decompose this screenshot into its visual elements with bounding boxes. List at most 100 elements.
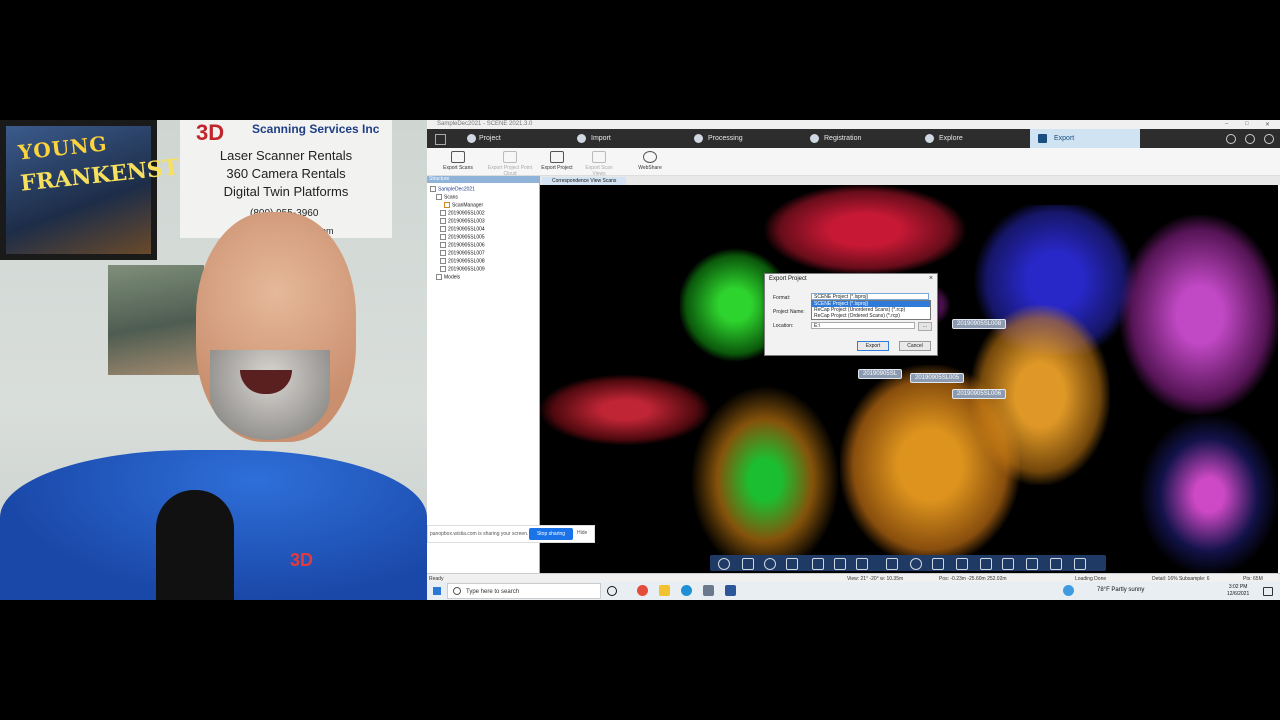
split-icon[interactable] [856,558,868,570]
arrow-icon[interactable] [812,558,824,570]
tree-scan-label: 20190905SL006 [448,242,485,249]
tree-scan-item[interactable]: 20190905SL007 [440,250,485,256]
scan-position-label[interactable]: 20190905SL006 [952,389,1007,399]
location-input[interactable]: E:\ [811,322,915,329]
hide-button[interactable]: Hide [577,530,587,536]
export-scans-button[interactable]: Export Scans [439,151,477,171]
explore-icon [925,134,934,143]
format-options-list: SCENE Project (*.lsproj) ReCap Project (… [811,300,931,320]
layers-icon[interactable] [742,558,754,570]
system-clock[interactable]: 3:02 PM 12/6/2021 [1227,584,1249,598]
folder-icon [436,194,442,200]
tree-root[interactable]: SampleDec2021 [430,186,475,192]
processing-icon [694,134,703,143]
tab-registration-label: Registration [824,135,862,142]
movie-poster: YOUNG FRANKENSTEIN [0,120,227,260]
point-cloud-region [690,385,840,573]
tree-scan-item[interactable]: 20190905SL006 [440,242,485,248]
network-icon[interactable] [1063,585,1074,596]
grid-icon[interactable] [1026,558,1038,570]
point-cloud-region [540,375,710,445]
tree-models-folder[interactable]: Models [436,274,460,280]
app-menu-icon[interactable] [435,134,446,145]
location-label: Location: [773,323,794,329]
windows-taskbar: Type here to search 78°F Partly sunny 3:… [427,582,1280,600]
notifications-icon[interactable] [1263,587,1273,596]
scan-position-label[interactable]: 20190905SL [858,369,903,379]
structure-header: Structure [427,176,539,183]
scan-icon [440,234,446,240]
stop-sharing-button[interactable]: Stop sharing [529,528,573,540]
zoom-icon[interactable] [764,558,776,570]
export-project-button[interactable]: Export Project [537,151,577,171]
tab-processing-label: Processing [708,135,743,142]
tab-export[interactable]: Export [1030,129,1140,148]
export-project-point-cloud-button[interactable]: Export Project Point Cloud [485,151,535,177]
weather-widget[interactable]: 78°F Partly sunny [1097,587,1144,593]
scan-icon [440,266,446,272]
tree-scan-item[interactable]: 20190905SL002 [440,210,485,216]
scan-position-label[interactable]: 20190905SL008 [952,319,1007,329]
expand-icon[interactable] [1002,558,1014,570]
cube-icon[interactable] [980,558,992,570]
tab-processing[interactable]: Processing [694,129,794,148]
tab-correspondence-view[interactable]: Correspondence View Scans [542,177,627,185]
file-explorer-icon[interactable] [659,585,670,596]
webcam-video: YOUNG FRANKENSTEIN 3D Scanning Services … [0,120,427,600]
format-select[interactable]: SCENE Project (*.lsproj) [811,293,929,300]
measure-icon[interactable] [886,558,898,570]
tab-import[interactable]: Import [577,129,677,148]
export-button[interactable]: Export [857,341,889,351]
sign-line-2: 360 Camera Rentals [226,166,346,181]
close-icon[interactable]: ✕ [1265,121,1270,128]
format-option[interactable]: ReCap Project (Ordered Scans) (*.rcp) [812,313,930,319]
task-view-icon[interactable] [607,586,617,596]
import-icon [577,134,586,143]
export-scan-views-button[interactable]: Export Scan Views [579,151,619,177]
tab-project[interactable]: Project [465,129,565,148]
gear-icon[interactable] [1245,134,1255,144]
maximize-icon[interactable]: □ [1245,121,1249,127]
browse-button[interactable]: ... [918,322,932,331]
tag-icon[interactable] [1074,558,1086,570]
tree-scan-item[interactable]: 20190905SL003 [440,218,485,224]
edge-icon[interactable] [681,585,692,596]
refresh-icon[interactable] [1226,134,1236,144]
ribbon-tabs: Project Import Processing Registration E… [427,129,1280,148]
sign-brand: Scanning Services Inc [252,122,380,136]
point-cloud-viewport[interactable]: 20190905SL008 20190905SL 20190905SL005 2… [540,185,1278,573]
tree-scanmanager[interactable]: ScanManager [444,202,483,208]
tree-scan-item[interactable]: 20190905SL004 [440,226,485,232]
scan-views-icon [592,151,606,163]
album-art [108,265,204,375]
compare-icon[interactable] [932,558,944,570]
scan-position-label[interactable]: 20190905SL005 [910,373,965,383]
help-icon[interactable] [1264,134,1274,144]
refresh-icon[interactable] [910,558,922,570]
word-icon[interactable] [725,585,736,596]
tree-scanmanager-label: ScanManager [452,202,484,209]
scene-app-icon[interactable] [703,585,714,596]
target-icon[interactable] [718,558,730,570]
cloud-upload-icon [643,151,657,163]
windows-start-icon[interactable] [433,587,441,595]
clip-icon[interactable] [956,558,968,570]
tree-scan-item[interactable]: 20190905SL008 [440,258,485,264]
copy-icon[interactable] [786,558,798,570]
tab-explore[interactable]: Explore [925,129,1025,148]
close-icon[interactable]: × [929,275,933,282]
cancel-button[interactable]: Cancel [899,341,931,351]
tree-scan-item[interactable]: 20190905SL005 [440,234,485,240]
move-icon[interactable] [834,558,846,570]
tab-registration[interactable]: Registration [810,129,910,148]
tree-scan-label: 20190905SL005 [448,234,485,241]
chrome-icon[interactable] [637,585,648,596]
tree-scan-item[interactable]: 20190905SL009 [440,266,485,272]
export-scans-icon [451,151,465,163]
tree-scans-folder[interactable]: Scans [436,194,458,200]
minimize-icon[interactable]: – [1225,121,1228,127]
webshare-button[interactable]: WebShare [632,151,668,171]
sun-icon[interactable] [1050,558,1062,570]
taskbar-search[interactable]: Type here to search [447,583,601,599]
scan-icon [440,226,446,232]
